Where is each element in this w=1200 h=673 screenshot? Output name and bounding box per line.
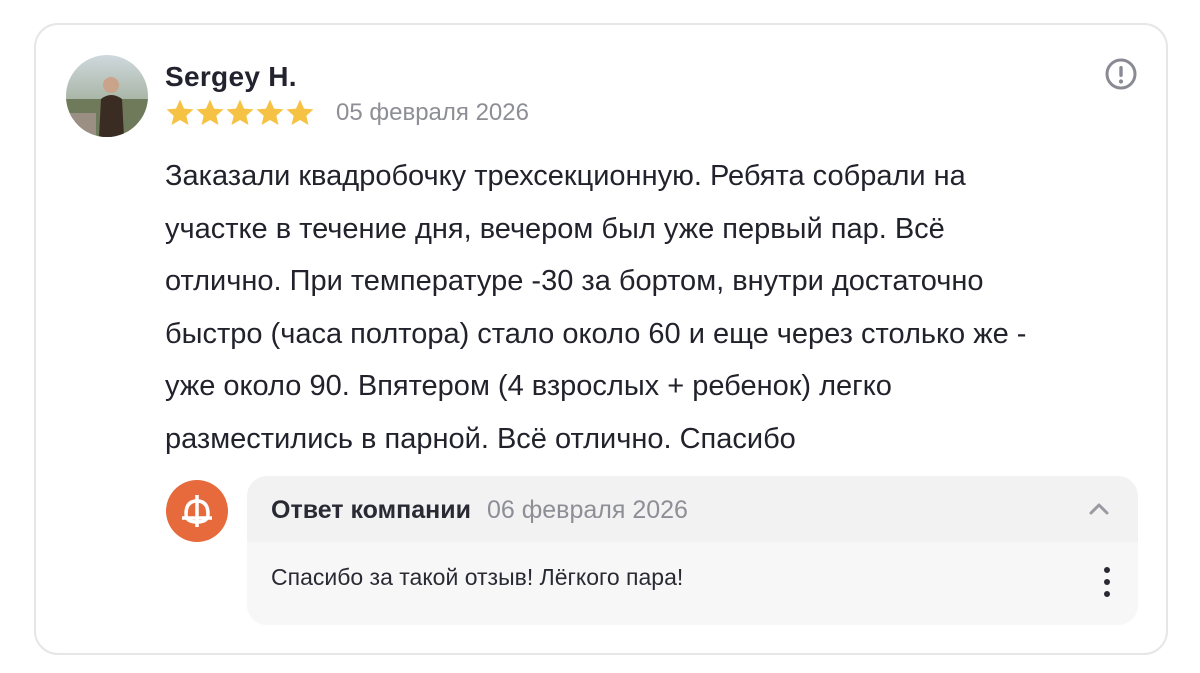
reply-text: Спасибо за такой отзыв! Лёгкого пара! — [271, 564, 684, 590]
avatar[interactable] — [66, 55, 148, 137]
review-date: 05 февраля 2026 — [336, 99, 529, 126]
review-text-line: разместились в парной. Всё отлично. Спас… — [165, 422, 796, 455]
exclamation-circle-icon[interactable] — [1104, 57, 1138, 91]
star-icon — [196, 99, 224, 125]
review-text-line: отлично. При температуре -30 за бортом, … — [165, 265, 984, 297]
review-text-line: участке в течение дня, вечером был уже п… — [165, 212, 945, 245]
star-icon — [286, 99, 314, 125]
rating-stars — [165, 98, 315, 128]
review-text-line: Заказали квадробочку трехсекционную. Реб… — [165, 160, 966, 192]
company-reply: Ответ компании 06 февраля 2026 Спасибо з… — [247, 476, 1138, 625]
review-text-line: уже около 90. Впятером (4 взрослых + реб… — [165, 370, 892, 402]
more-vertical-icon[interactable] — [1100, 564, 1114, 600]
company-logo — [166, 480, 228, 542]
reply-header: Ответ компании 06 февраля 2026 — [271, 496, 688, 532]
reply-date: 06 февраля 2026 — [486, 496, 688, 524]
reply-title: Ответ компании — [271, 496, 471, 524]
review-text-line: быстро (часа полтора) стало около 60 и е… — [165, 317, 1027, 350]
star-icon — [256, 99, 284, 125]
review-text: Заказали квадробочку трехсекционную. Реб… — [165, 150, 1145, 465]
chevron-up-icon[interactable] — [1086, 496, 1112, 522]
star-icon — [166, 99, 194, 125]
author-name[interactable]: Sergey H. — [165, 61, 297, 93]
reply-body: Спасибо за такой отзыв! Лёгкого пара! — [247, 542, 1138, 625]
star-icon — [226, 99, 254, 125]
